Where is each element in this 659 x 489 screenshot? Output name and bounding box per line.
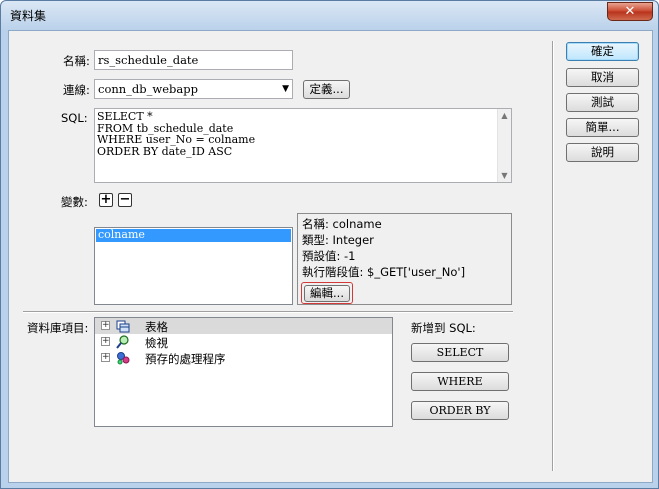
database-tree[interactable]: + 表格 + 檢視 + 預存的處理程序 xyxy=(94,317,393,427)
sql-label: SQL: xyxy=(61,111,88,125)
add-variable-button[interactable]: + xyxy=(99,193,113,207)
variable-default: 預設值: -1 xyxy=(302,249,356,263)
scroll-down-icon[interactable]: ▼ xyxy=(498,169,511,182)
database-items-label: 資料庫項目: xyxy=(27,321,89,335)
connection-label: 連線: xyxy=(63,83,90,97)
tree-item-label: 表格 xyxy=(145,320,168,334)
expand-icon[interactable]: + xyxy=(101,337,110,346)
tree-item-label: 預存的處理程序 xyxy=(145,352,226,366)
ok-button[interactable]: 確定 xyxy=(566,42,639,61)
order-by-button[interactable]: ORDER BY xyxy=(411,401,509,420)
help-button[interactable]: 說明 xyxy=(566,143,639,162)
remove-variable-button[interactable]: − xyxy=(118,193,132,207)
simple-button[interactable]: 簡單... xyxy=(566,118,639,137)
add-to-sql-label: 新增到 SQL: xyxy=(411,321,476,335)
table-icon xyxy=(116,320,130,333)
tree-item-tables[interactable]: + 表格 xyxy=(95,318,392,334)
edit-variable-button[interactable]: 編輯... xyxy=(304,285,350,302)
sql-scrollbar[interactable]: ▲ ▼ xyxy=(497,109,511,182)
close-button[interactable]: ✕ xyxy=(607,2,653,21)
variable-runtime: 執行階段值: $_GET['user_No'] xyxy=(302,265,466,279)
select-button[interactable]: SELECT xyxy=(411,343,509,362)
name-input[interactable]: rs_schedule_date xyxy=(94,50,293,70)
chevron-down-icon: ▼ xyxy=(282,84,289,94)
name-label: 名稱: xyxy=(63,54,90,68)
connection-select-value: conn_db_webapp xyxy=(98,82,198,96)
variable-detail-panel: 名稱: colname 類型: Integer 預設值: -1 執行階段值: $… xyxy=(297,213,512,305)
window-title: 資料集 xyxy=(10,9,47,23)
scroll-up-icon[interactable]: ▲ xyxy=(498,109,511,122)
variable-type: 類型: Integer xyxy=(302,233,374,247)
tree-item-views[interactable]: + 檢視 xyxy=(95,334,392,350)
define-button[interactable]: 定義... xyxy=(303,80,350,99)
variables-list[interactable]: colname xyxy=(94,227,293,305)
dataset-dialog: 資料集 ✕ 名稱: rs_schedule_date 連線: conn_db_w… xyxy=(0,0,659,489)
cancel-button[interactable]: 取消 xyxy=(566,68,639,87)
sql-line: ORDER BY date_ID ASC xyxy=(97,144,233,158)
view-icon xyxy=(116,335,129,349)
expand-icon[interactable]: + xyxy=(101,321,110,330)
list-item[interactable]: colname xyxy=(96,229,291,242)
vertical-divider xyxy=(552,41,554,471)
dialog-body: 名稱: rs_schedule_date 連線: conn_db_webapp … xyxy=(8,30,653,483)
horizontal-divider xyxy=(23,311,513,313)
variable-name: 名稱: colname xyxy=(302,217,382,231)
tree-item-stored-procedures[interactable]: + 預存的處理程序 xyxy=(95,350,392,366)
sql-textarea[interactable]: SELECT * FROM tb_schedule_date WHERE use… xyxy=(94,108,512,183)
sql-line: SELECT * xyxy=(97,110,153,123)
sql-line: WHERE user_No = colname xyxy=(97,133,256,146)
variables-label: 變數: xyxy=(61,195,88,209)
connection-select[interactable]: conn_db_webapp ▼ xyxy=(94,79,293,99)
expand-icon[interactable]: + xyxy=(101,353,110,362)
tree-item-label: 檢視 xyxy=(145,336,168,350)
test-button[interactable]: 測試 xyxy=(566,93,639,112)
stored-procedure-icon xyxy=(117,352,130,365)
where-button[interactable]: WHERE xyxy=(411,372,509,391)
